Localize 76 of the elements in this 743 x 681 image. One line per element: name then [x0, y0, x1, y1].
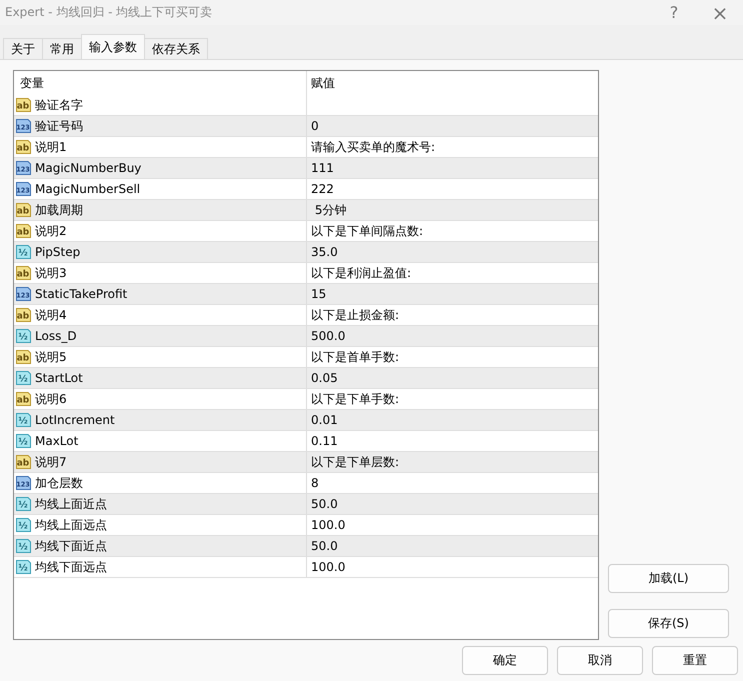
fraction-type-icon: ½	[15, 412, 32, 428]
parameter-name: MaxLot	[35, 434, 78, 448]
parameter-name: 均线上面远点	[35, 516, 107, 534]
parameter-value[interactable]: 0.11	[311, 434, 338, 448]
text-type-icon: ab	[15, 223, 32, 239]
parameter-value[interactable]: 111	[311, 161, 334, 175]
text-type-icon: ab	[15, 97, 32, 113]
parameter-name: 说明2	[35, 222, 67, 240]
text-type-icon: ab	[15, 202, 32, 218]
dialog-button[interactable]: 确定	[462, 646, 548, 675]
parameter-name: 加仓层数	[35, 474, 83, 492]
parameter-name: StaticTakeProfit	[35, 287, 128, 301]
fraction-type-icon: ½	[15, 244, 32, 260]
parameter-value[interactable]: 100.0	[311, 518, 346, 532]
parameter-value[interactable]: 100.0	[311, 560, 346, 574]
text-type-icon: ab	[15, 307, 32, 323]
parameter-value[interactable]: 15	[311, 287, 326, 301]
parameter-name: 说明3	[35, 264, 67, 282]
parameter-value[interactable]: 请输入买卖单的魔术号:	[311, 138, 436, 156]
fraction-type-icon: ½	[15, 370, 32, 386]
fraction-type-icon: ½	[15, 538, 32, 554]
tab[interactable]: 关于	[3, 38, 43, 59]
parameter-value[interactable]: 以下是下单手数:	[311, 390, 400, 408]
side-button[interactable]: 加载(L)	[608, 564, 729, 593]
dialog-button[interactable]: 重置	[652, 646, 738, 675]
parameter-value[interactable]: 0	[311, 119, 319, 133]
parameter-value[interactable]: 222	[311, 182, 334, 196]
parameter-name: 加载周期	[35, 202, 83, 218]
fraction-type-icon: ½	[15, 517, 32, 533]
parameter-value[interactable]: 50.0	[311, 497, 338, 511]
close-button[interactable]: ×	[697, 0, 743, 25]
fraction-type-icon: ½	[15, 433, 32, 449]
text-type-icon: ab	[15, 349, 32, 365]
parameter-value[interactable]: 以下是下单层数:	[311, 454, 400, 470]
parameter-value[interactable]: 50.0	[311, 539, 338, 553]
parameter-name: 说明7	[35, 454, 67, 470]
parameter-value[interactable]: 35.0	[311, 245, 338, 259]
parameter-name: StartLot	[35, 371, 83, 385]
parameter-name: 说明6	[35, 390, 67, 408]
parameter-name: 说明4	[35, 306, 67, 324]
parameter-value[interactable]: 0.05	[311, 371, 338, 385]
parameter-value[interactable]: 以下是利润止盈值:	[311, 264, 412, 282]
side-button[interactable]: 保存(S)	[608, 609, 729, 638]
parameter-name: LotIncrement	[35, 413, 115, 427]
parameter-value[interactable]: 8	[311, 476, 319, 490]
dialog-button[interactable]: 取消	[557, 646, 643, 675]
fraction-type-icon: ½	[15, 328, 32, 344]
tab[interactable]: 依存关系	[144, 38, 208, 59]
text-type-icon: ab	[15, 265, 32, 281]
parameter-name: 验证号码	[35, 118, 83, 134]
parameter-name: MagicNumberBuy	[35, 161, 142, 175]
parameter-name: 说明5	[35, 348, 67, 366]
parameter-name: 均线下面近点	[35, 538, 107, 554]
help-button[interactable]: ?	[651, 0, 697, 25]
parameter-name: Loss_D	[35, 329, 77, 343]
parameter-value[interactable]: 5分钟	[311, 202, 346, 218]
text-type-icon: ab	[15, 454, 32, 470]
fraction-type-icon: ½	[15, 496, 32, 512]
parameter-name: 说明1	[35, 138, 67, 156]
text-type-icon: ab	[15, 139, 32, 155]
fraction-type-icon: ½	[15, 559, 32, 575]
column-header[interactable]: 赋值	[307, 71, 598, 95]
parameter-name: PipStep	[35, 245, 80, 259]
tab[interactable]: 输入参数	[81, 34, 145, 59]
parameter-name: 均线下面远点	[35, 558, 107, 576]
parameter-value[interactable]: 以下是止损金额:	[311, 306, 400, 324]
parameter-value[interactable]: 0.01	[311, 413, 338, 427]
column-header[interactable]: 变量	[14, 71, 307, 95]
text-type-icon: ab	[15, 391, 32, 407]
parameter-value[interactable]: 以下是下单间隔点数:	[311, 222, 424, 240]
parameter-name: 均线上面近点	[35, 496, 107, 512]
parameter-value[interactable]: 500.0	[311, 329, 346, 343]
window-title: Expert - 均线回归 - 均线上下可买可卖	[5, 4, 214, 21]
parameter-name: MagicNumberSell	[35, 182, 140, 196]
parameter-name: 验证名字	[35, 96, 83, 114]
parameter-value[interactable]: 以下是首单手数:	[311, 348, 400, 366]
